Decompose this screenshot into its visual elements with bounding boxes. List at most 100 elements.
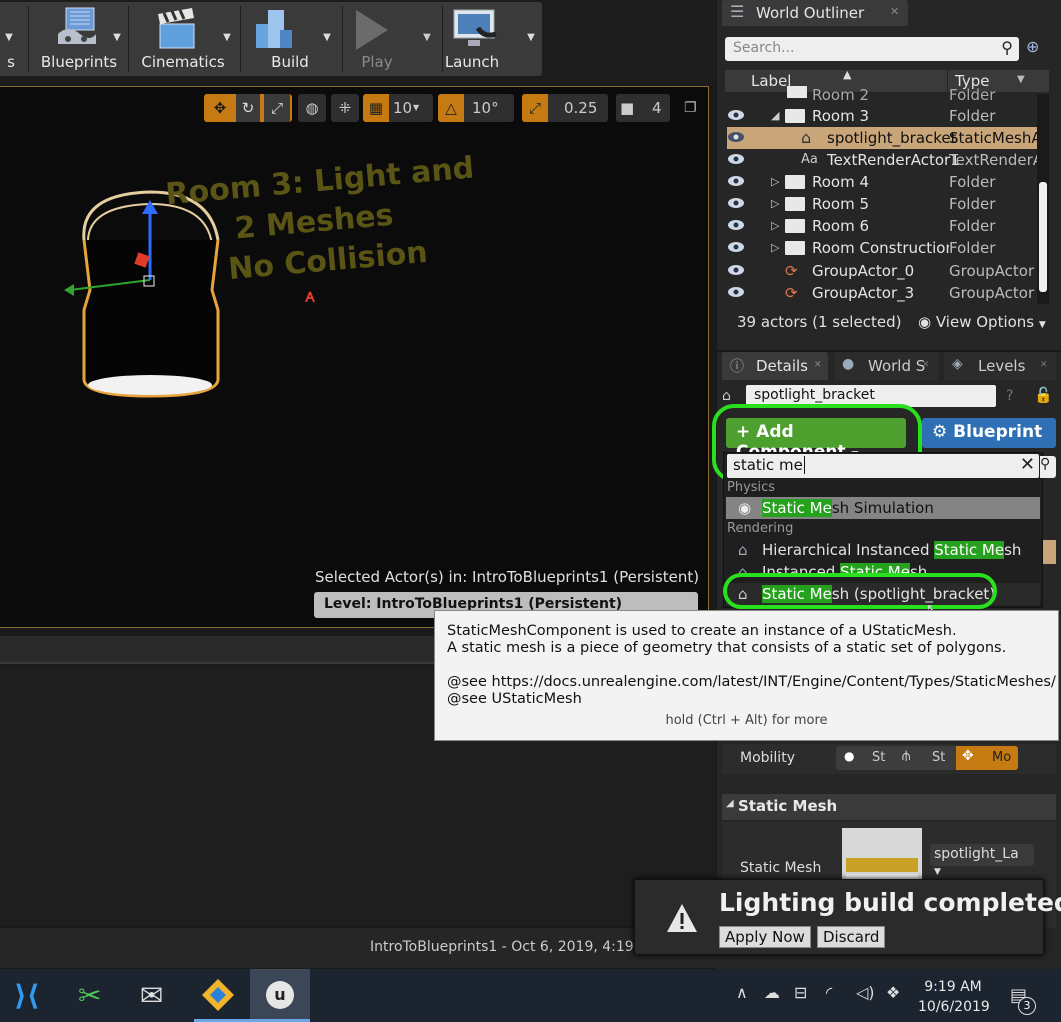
- translate-icon[interactable]: ✥: [208, 94, 232, 122]
- network-icon[interactable]: ⊟: [794, 983, 807, 1002]
- chevron-down-icon[interactable]: ▼: [422, 32, 432, 43]
- windows-taskbar: ⟩⟨ ✂ ✉ u ∧ ☁ ⊟ ◜ ◁) ❖ 9:19 AM 10/6/2019 …: [0, 969, 1061, 1022]
- build-icon: [256, 10, 292, 48]
- outliner-row-room5[interactable]: ▷ Room 5 Folder: [727, 193, 1037, 215]
- tab-levels[interactable]: ◈ Levels ✕: [944, 352, 1056, 380]
- view-options-button[interactable]: ◉ View Options ▼: [918, 313, 1046, 331]
- scale-snap-group[interactable]: ⤢ 0.25: [522, 94, 608, 122]
- apply-now-button[interactable]: Apply Now: [719, 926, 811, 948]
- maximize-icon[interactable]: ❐: [684, 100, 697, 116]
- eye-icon[interactable]: [727, 241, 745, 253]
- component-search-input[interactable]: static me ✕: [727, 454, 1039, 478]
- tab-world-outliner[interactable]: ☰ World Outliner ✕: [722, 0, 908, 26]
- collapsed-arrow-icon[interactable]: ▷: [771, 193, 779, 215]
- discard-button[interactable]: Discard: [817, 926, 886, 948]
- menu-item-hism[interactable]: ⌂ Hierarchical Instanced Static Mesh: [726, 539, 1040, 561]
- collapsed-arrow-icon[interactable]: ▷: [771, 171, 779, 193]
- static-mesh-icon: ⌂: [738, 541, 748, 559]
- outliner-row-textrenderactor[interactable]: Aa TextRenderActor1 TextRenderA: [727, 149, 1043, 171]
- blueprint-button[interactable]: ⚙ Blueprint: [922, 418, 1056, 448]
- eye-icon[interactable]: [727, 131, 745, 143]
- eye-icon[interactable]: [727, 175, 745, 187]
- chevron-down-icon[interactable]: ▼: [222, 32, 232, 43]
- actor-count: 39 actors (1 selected): [737, 313, 902, 331]
- grid-snap-group[interactable]: ▦ 10 ▼: [363, 94, 433, 122]
- chevron-down-icon[interactable]: ▼: [526, 32, 536, 43]
- unreal-taskbar-button[interactable]: u: [250, 969, 310, 1022]
- levels-icon: ◈: [952, 356, 963, 372]
- camera-speed-group[interactable]: ■ 4: [616, 94, 670, 122]
- outliner-row-room4[interactable]: ▷ Room 4 Folder: [727, 171, 1037, 193]
- world-local-toggle[interactable]: ◍: [298, 94, 326, 122]
- tab-details[interactable]: ⓘ Details ✕: [722, 352, 828, 380]
- chevron-down-icon[interactable]: ▼: [322, 32, 332, 43]
- folder-icon: [785, 175, 805, 189]
- cinematics-button[interactable]: ▼ Cinematics: [130, 2, 236, 76]
- outliner-row-room3[interactable]: ◢ Room 3 Folder: [727, 105, 1037, 127]
- volume-icon[interactable]: ◁): [856, 983, 875, 1002]
- clock[interactable]: 9:19 AM 10/6/2019: [918, 977, 990, 1017]
- static-mesh-section-header[interactable]: ◢ Static Mesh: [722, 794, 1056, 820]
- launch-button[interactable]: ▼ Launch: [444, 2, 540, 76]
- toolbar-partial-button[interactable]: ▼ s: [0, 2, 22, 76]
- play-icon: [356, 10, 388, 50]
- chevron-down-icon[interactable]: ▼: [112, 32, 122, 43]
- eye-icon[interactable]: [727, 286, 745, 298]
- category-physics: Physics: [727, 480, 776, 494]
- outliner-row-groupactor3[interactable]: ⟳ GroupActor_3 GroupActor: [727, 282, 1037, 304]
- scale-snap-value[interactable]: 0.25: [564, 94, 597, 122]
- outliner-row-room2[interactable]: Room 2 Folder: [727, 84, 1037, 104]
- collapsed-arrow-icon[interactable]: ▷: [771, 215, 779, 237]
- scale-snap-icon: ⤢: [522, 94, 548, 122]
- collapsed-arrow-icon[interactable]: ▷: [771, 237, 779, 259]
- outliner-row-groupactor0[interactable]: ⟳ GroupActor_0 GroupActor: [727, 260, 1037, 282]
- new-folder-icon[interactable]: ⊕: [1026, 37, 1050, 61]
- blueprints-button[interactable]: ▼ Blueprints: [30, 2, 128, 76]
- eye-icon[interactable]: [727, 264, 745, 276]
- close-icon[interactable]: ✕: [814, 360, 822, 370]
- eye-icon[interactable]: [727, 153, 745, 165]
- help-icon[interactable]: ?: [1006, 388, 1013, 404]
- scale-icon[interactable]: ⤢: [264, 94, 290, 122]
- close-icon[interactable]: ✕: [1040, 360, 1048, 370]
- search-icon[interactable]: ⚲: [1040, 456, 1056, 478]
- lighting-notification: Lighting build completed Apply Now Disca…: [634, 879, 1061, 955]
- onedrive-icon[interactable]: ☁: [764, 983, 780, 1002]
- snipping-tool-icon[interactable]: ✂: [78, 979, 101, 1012]
- surface-snap-toggle[interactable]: ⁜: [331, 94, 359, 122]
- outliner-scrollbar[interactable]: [1037, 94, 1049, 304]
- expanded-arrow-icon[interactable]: ◢: [771, 105, 779, 127]
- rotation-snap-value[interactable]: 10°: [472, 94, 499, 122]
- close-icon[interactable]: ✕: [890, 5, 899, 18]
- blueprints-icon: [58, 7, 96, 44]
- static-icon[interactable]: ●: [844, 749, 854, 763]
- git-app-icon[interactable]: [200, 977, 240, 1017]
- eye-icon[interactable]: [727, 109, 745, 121]
- chevron-up-icon[interactable]: ∧: [736, 983, 748, 1002]
- rotation-snap-group[interactable]: △ 10°: [438, 94, 514, 122]
- outliner-row-spotlight-bracket[interactable]: ⌂ spotlight_bracket StaticMeshA: [727, 127, 1042, 149]
- grid-snap-value[interactable]: 10: [393, 94, 412, 122]
- close-icon[interactable]: ✕: [922, 360, 930, 370]
- tab-world-settings[interactable]: ● World S ✕: [834, 352, 938, 380]
- static-mesh-picker[interactable]: spotlight_La ▼: [930, 844, 1034, 877]
- highlight-ring: [723, 573, 997, 609]
- outliner-search-input[interactable]: Search... ⚲: [725, 37, 1019, 61]
- mobility-selector[interactable]: ● St ⫛ St ✥ Mo: [836, 746, 1018, 770]
- close-icon[interactable]: ✕: [1020, 454, 1035, 475]
- lock-icon[interactable]: 🔓: [1034, 386, 1053, 404]
- wifi-icon[interactable]: ◜: [826, 983, 832, 1002]
- outliner-row-room-construction[interactable]: ▷ Room Construction Folder: [727, 237, 1037, 259]
- dropbox-icon[interactable]: ❖: [886, 983, 900, 1002]
- mail-icon[interactable]: ✉: [140, 979, 163, 1012]
- outliner-row-room6[interactable]: ▷ Room 6 Folder: [727, 215, 1037, 237]
- eye-icon[interactable]: [727, 197, 745, 209]
- menu-item-static-mesh-simulation[interactable]: ◉ Static Mesh Simulation: [726, 497, 1040, 519]
- transform-mode-group[interactable]: ✥ ↻ ⤢: [204, 94, 292, 122]
- camera-icon: ■: [620, 99, 635, 117]
- stationary-icon[interactable]: ⫛: [902, 748, 910, 764]
- vscode-icon[interactable]: ⟩⟨: [14, 979, 40, 1012]
- scrollbar-thumb[interactable]: [1039, 182, 1047, 292]
- rotate-icon[interactable]: ↻: [236, 94, 260, 122]
- eye-icon[interactable]: [727, 219, 745, 231]
